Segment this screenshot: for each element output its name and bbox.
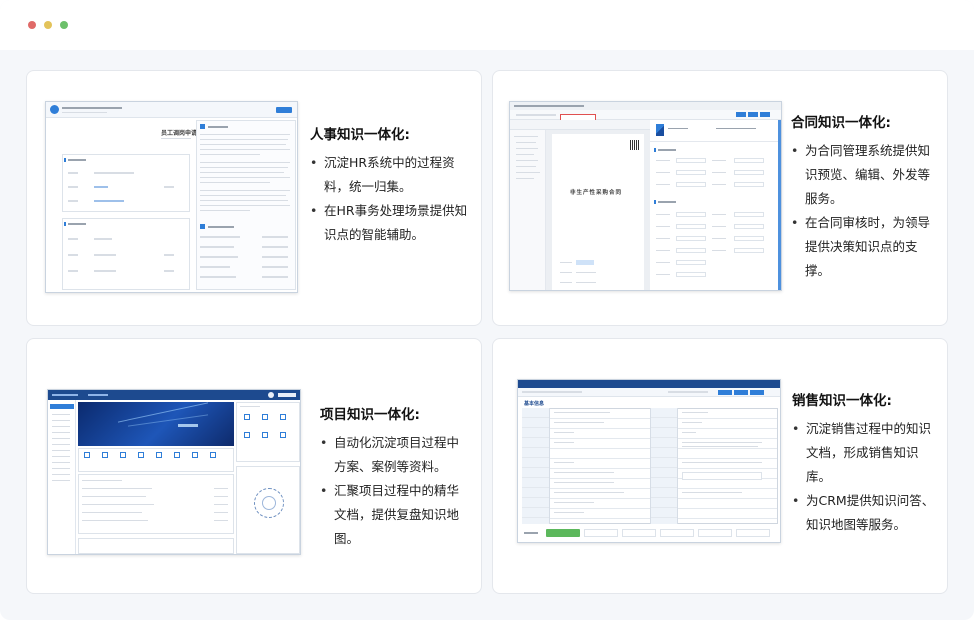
hr-knowledge-card: 员工调岗申请 人事知识一体化: • 沉淀HR系统中的过程资料，统一归集。 • 在… <box>26 70 482 326</box>
card-title: 销售知识一体化: <box>792 393 892 409</box>
project-banner <box>78 402 234 446</box>
contract-system-screenshot: 非生产性采购合同 <box>509 101 782 291</box>
card-bullet: 在合同审核时，为领导提供决策知识点的支撑。 <box>791 211 941 283</box>
card-bullet: 沉淀HR系统中的过程资料，统一归集。 <box>310 151 470 199</box>
title-bar <box>0 0 974 50</box>
project-system-screenshot <box>47 389 301 555</box>
card-bullet: 为合同管理系统提供知识预览、编辑、外发等服务。 <box>791 139 941 211</box>
app-window: 员工调岗申请 人事知识一体化: • 沉淀HR系统中的过程资料，统一归集。 • 在… <box>0 0 974 620</box>
project-knowledge-card: 项目知识一体化: 自动化沉淀项目过程中方案、案例等资料。 汇聚项目过程中的精华文… <box>26 338 482 594</box>
card-bullet: 沉淀销售过程中的知识文档，形成销售知识库。 <box>792 417 940 489</box>
minimize-window-button[interactable] <box>44 21 52 29</box>
hr-system-screenshot: 员工调岗申请 <box>45 101 298 293</box>
card-bullet: 汇聚项目过程中的精华文档，提供复盘知识地图。 <box>320 479 470 551</box>
sales-knowledge-card: 基本信息 销售知识一体化: • 沉淀销售过程中的知识文档，形成销售知识库。 • … <box>492 338 948 594</box>
card-bullet: 自动化沉淀项目过程中方案、案例等资料。 <box>320 431 470 479</box>
card-bullet: 在HR事务处理场景提供知识点的智能辅助。 <box>310 199 470 247</box>
card-title: 合同知识一体化: <box>791 115 891 131</box>
contract-knowledge-card: 非生产性采购合同 合同知识一体化: • 为合同管理系统提供知识预览、编辑、外发等… <box>492 70 948 326</box>
hr-form-title: 员工调岗申请 <box>161 130 198 137</box>
contract-doc-title: 非生产性采购合同 <box>570 190 623 196</box>
sales-system-screenshot: 基本信息 <box>517 379 781 543</box>
card-title: 项目知识一体化: <box>320 407 420 423</box>
sales-section-title: 基本信息 <box>524 401 545 407</box>
maximize-window-button[interactable] <box>60 21 68 29</box>
card-title: 人事知识一体化: <box>310 127 410 143</box>
card-bullet: 为CRM提供知识问答、知识地图等服务。 <box>792 489 940 537</box>
close-window-button[interactable] <box>28 21 36 29</box>
